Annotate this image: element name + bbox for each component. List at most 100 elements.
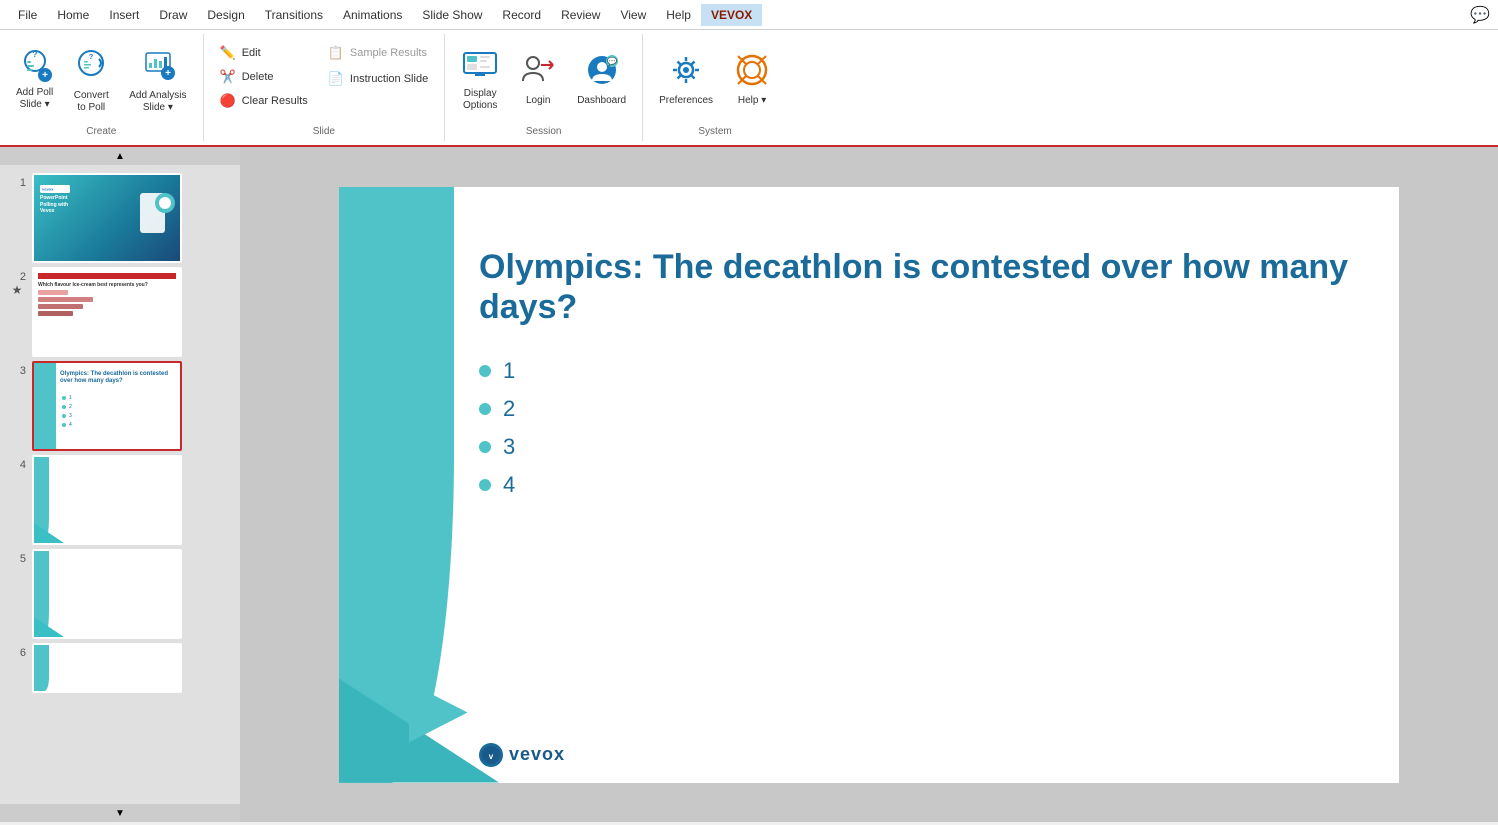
- clear-results-button[interactable]: 🔴 Clear Results: [212, 90, 316, 112]
- ribbon-group-session-items: DisplayOptions Login: [453, 34, 634, 124]
- edit-button[interactable]: ✏️ Edit: [212, 42, 316, 64]
- display-options-icon: [461, 46, 499, 88]
- slide-main-area: Olympics: The decathlon is contested ove…: [240, 147, 1498, 822]
- slide-2-bar-4: [38, 311, 176, 316]
- clear-results-label: Clear Results: [242, 95, 308, 107]
- slide-2-bar-3: [38, 304, 176, 309]
- svg-text:v: v: [489, 752, 494, 761]
- menu-draw[interactable]: Draw: [149, 4, 197, 26]
- menu-view[interactable]: View: [610, 4, 656, 26]
- main-area: ▲ 1 vevox PowerPointPolling withVev: [0, 147, 1498, 822]
- menu-slide-show[interactable]: Slide Show: [412, 4, 492, 26]
- instruction-slide-label: Instruction Slide: [350, 73, 428, 85]
- ribbon-slide-right: 📋 Sample Results 📄 Instruction Slide: [320, 42, 436, 90]
- delete-button[interactable]: ✂️ Delete: [212, 66, 316, 88]
- clear-results-icon: 🔴: [220, 93, 236, 109]
- help-button[interactable]: Help ▾: [725, 43, 779, 115]
- slide-thumbnail-5[interactable]: [32, 549, 182, 639]
- slide-number-1: 1: [8, 177, 26, 189]
- add-analysis-slide-label: Add AnalysisSlide ▾: [129, 90, 186, 114]
- slide-thumb-1[interactable]: 1 vevox PowerPointPolling withVevox: [4, 171, 236, 265]
- create-group-label: Create: [8, 124, 195, 141]
- dashboard-icon: 💬: [583, 51, 621, 93]
- help-icon: [733, 51, 771, 93]
- slide-thumb-3[interactable]: 3 Olympics: The decathlon is contested o…: [4, 359, 236, 453]
- menu-record[interactable]: Record: [492, 4, 551, 26]
- menu-review[interactable]: Review: [551, 4, 610, 26]
- slide-2-content: Which flavour Ice-cream best represents …: [34, 269, 180, 355]
- help-label: Help ▾: [738, 94, 766, 107]
- slide-group-label: Slide: [212, 124, 437, 141]
- slide-thumbnail-6[interactable]: [32, 643, 182, 693]
- option-3-text: 3: [503, 434, 515, 460]
- display-options-button[interactable]: DisplayOptions: [453, 43, 507, 115]
- login-button[interactable]: Login: [511, 43, 565, 115]
- bullet-1: [479, 365, 491, 377]
- scroll-up-button[interactable]: ▲: [0, 147, 240, 165]
- vevox-brand-name: vevox: [509, 744, 565, 765]
- slide-canvas: Olympics: The decathlon is contested ove…: [339, 187, 1399, 783]
- slide-thumbnail-2[interactable]: Which flavour Ice-cream best represents …: [32, 267, 182, 357]
- convert-to-poll-button[interactable]: ? Convertto Poll: [65, 43, 117, 115]
- slide-question: Olympics: The decathlon is contested ove…: [479, 247, 1359, 329]
- slide-thumb-4[interactable]: 4: [4, 453, 236, 547]
- menu-vevox[interactable]: VEVOX: [701, 4, 762, 26]
- slide-5-content: [34, 551, 180, 637]
- slide-thumb-5[interactable]: 5: [4, 547, 236, 641]
- add-poll-slide-button[interactable]: ? + Add PollSlide ▾: [8, 43, 61, 115]
- svg-text:💬: 💬: [607, 56, 617, 66]
- slide-6-teal: [34, 645, 49, 691]
- menu-help[interactable]: Help: [656, 4, 701, 26]
- slide-option-2: 2: [479, 396, 1359, 422]
- add-poll-slide-icon: ? +: [17, 47, 53, 83]
- slide-options-list: 1 2 3 4: [479, 358, 1359, 498]
- dashboard-button[interactable]: 💬 Dashboard: [569, 43, 634, 115]
- instruction-slide-button[interactable]: 📄 Instruction Slide: [320, 68, 436, 90]
- slide-thumb-2[interactable]: 2 ★ Which flavour Ice-cream best represe…: [4, 265, 236, 359]
- bullet-2: [479, 403, 491, 415]
- svg-text:?: ?: [89, 54, 93, 61]
- slide-thumbnail-3[interactable]: Olympics: The decathlon is contested ove…: [32, 361, 182, 451]
- slide-thumb-6[interactable]: 6: [4, 641, 236, 695]
- svg-text:+: +: [165, 68, 171, 79]
- ribbon-content: ? + Add PollSlide ▾: [0, 30, 1498, 145]
- slide-3-bullets: 1 2 3 4: [62, 395, 72, 431]
- add-poll-slide-label: Add PollSlide ▾: [16, 87, 53, 111]
- add-analysis-slide-icon: +: [140, 45, 176, 86]
- add-analysis-slide-button[interactable]: + Add AnalysisSlide ▾: [121, 43, 194, 115]
- slide-star-2: ★: [12, 283, 23, 297]
- edit-icon: ✏️: [220, 45, 236, 61]
- ribbon-group-slide: ✏️ Edit ✂️ Delete 🔴 Clear Results 📋: [204, 34, 446, 141]
- ribbon-group-system-items: Preferences Help ▾: [651, 34, 779, 124]
- slide-4-teal-corner: [34, 523, 64, 543]
- slide-3-teal-bar: [34, 363, 56, 449]
- ribbon-group-create-items: ? + Add PollSlide ▾: [8, 34, 195, 124]
- ribbon-group-slide-items: ✏️ Edit ✂️ Delete 🔴 Clear Results 📋: [212, 34, 437, 124]
- menu-file[interactable]: File: [8, 4, 47, 26]
- comments-icon[interactable]: 💬: [1470, 5, 1490, 25]
- menu-home[interactable]: Home: [47, 4, 99, 26]
- preferences-icon: [667, 51, 705, 93]
- preferences-button[interactable]: Preferences: [651, 43, 721, 115]
- slide-number-3: 3: [8, 365, 26, 377]
- slide-2-header-bar: [38, 273, 176, 279]
- delete-icon: ✂️: [220, 69, 236, 85]
- slide-3-question-text: Olympics: The decathlon is contested ove…: [60, 371, 176, 385]
- menu-animations[interactable]: Animations: [333, 4, 412, 26]
- slide-number-4: 4: [8, 459, 26, 471]
- sample-results-button[interactable]: 📋 Sample Results: [320, 42, 436, 64]
- menu-design[interactable]: Design: [197, 4, 254, 26]
- slide-thumbnail-1[interactable]: vevox PowerPointPolling withVevox: [32, 173, 182, 263]
- ribbon-slide-left: ✏️ Edit ✂️ Delete 🔴 Clear Results: [212, 42, 316, 112]
- bullet-4: [479, 479, 491, 491]
- svg-text:?: ?: [32, 50, 37, 59]
- slide-option-3: 3: [479, 434, 1359, 460]
- scroll-down-button[interactable]: ▼: [0, 804, 240, 822]
- menu-insert[interactable]: Insert: [99, 4, 149, 26]
- slide-5-teal-corner: [34, 617, 64, 637]
- instruction-slide-icon: 📄: [328, 71, 344, 87]
- slide-thumbnail-4[interactable]: [32, 455, 182, 545]
- svg-text:vevox: vevox: [42, 187, 54, 192]
- menu-transitions[interactable]: Transitions: [255, 4, 333, 26]
- slide-4-content: [34, 457, 180, 543]
